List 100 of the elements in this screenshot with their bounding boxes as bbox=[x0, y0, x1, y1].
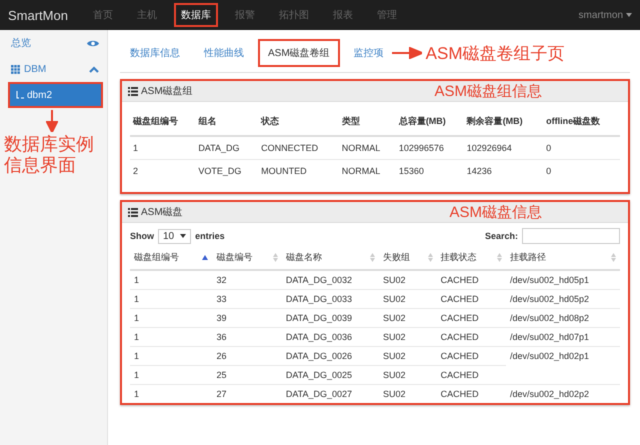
table-cell: DATA_DG_0036 bbox=[282, 328, 379, 346]
column-header: 磁盘组编号 bbox=[130, 108, 196, 136]
table-cell: DATA_DG_0027 bbox=[282, 384, 379, 403]
nav-link[interactable]: 报警 bbox=[228, 3, 262, 27]
table-cell: 102926964 bbox=[464, 136, 544, 160]
table-cell: 1 bbox=[130, 384, 212, 403]
sidebar-subitem[interactable]: dbm2 bbox=[8, 82, 103, 108]
column-header: 组名 bbox=[195, 108, 258, 136]
table-cell: 36 bbox=[212, 328, 282, 346]
table-cell: DATA_DG_0039 bbox=[282, 308, 379, 328]
table-cell: VOTE_DG bbox=[195, 160, 258, 182]
column-header: 总容量(MB) bbox=[396, 108, 464, 136]
caret-icon bbox=[626, 13, 632, 17]
right-arrow-icon bbox=[392, 47, 422, 59]
list-icon bbox=[128, 208, 138, 216]
table-cell: 15360 bbox=[396, 160, 464, 182]
column-header: offline磁盘数 bbox=[543, 108, 620, 136]
table-cell: CACHED bbox=[436, 366, 506, 384]
table-cell: SU02 bbox=[378, 290, 437, 308]
column-header[interactable]: 失败组 bbox=[378, 246, 437, 270]
tab[interactable]: 性能曲线 bbox=[194, 39, 254, 67]
caret-icon bbox=[180, 234, 186, 238]
nav-link[interactable]: 首页 bbox=[86, 3, 120, 27]
show-label: Show bbox=[130, 231, 154, 241]
nav-link[interactable]: 拓扑图 bbox=[272, 3, 316, 27]
table-cell: CACHED bbox=[436, 328, 506, 346]
table-cell: CACHED bbox=[436, 384, 506, 403]
annotation-text: ASM磁盘组信息 bbox=[434, 82, 542, 100]
table-cell: NORMAL bbox=[338, 160, 396, 182]
grid-icon bbox=[11, 64, 20, 74]
brand-logo[interactable]: SmartMon bbox=[8, 8, 68, 22]
nav-link[interactable]: 数据库 bbox=[174, 3, 218, 27]
annotation-text: ASM磁盘信息 bbox=[449, 202, 542, 222]
nav-link[interactable]: 主机 bbox=[130, 3, 164, 27]
column-header[interactable]: 磁盘编号 bbox=[212, 246, 282, 270]
table-cell: DATA_DG_0026 bbox=[282, 346, 379, 366]
page-size-dropdown[interactable]: 10 bbox=[158, 228, 192, 244]
tab[interactable]: ASM磁盘卷组 bbox=[258, 39, 340, 67]
table-cell: SU02 bbox=[378, 346, 437, 366]
table-cell: 2 bbox=[130, 160, 196, 182]
table-cell: CONNECTED bbox=[258, 136, 339, 160]
entries-label: entries bbox=[195, 231, 225, 241]
table-cell: /dev/su002_hd02p2 bbox=[506, 384, 620, 403]
panel-title: ASM磁盘 bbox=[141, 206, 184, 219]
table-cell: 102996576 bbox=[396, 136, 464, 160]
table-cell: DATA_DG_0025 bbox=[282, 366, 379, 384]
column-header: 类型 bbox=[338, 108, 396, 136]
tree-connector-icon bbox=[16, 90, 25, 100]
table-cell: SU02 bbox=[378, 384, 437, 403]
sidebar-label: 总览 bbox=[11, 36, 32, 50]
list-icon bbox=[128, 86, 138, 96]
nav-link[interactable]: 管理 bbox=[370, 3, 404, 27]
table-cell: 32 bbox=[212, 270, 282, 290]
sidebar-item[interactable]: DBM bbox=[0, 56, 107, 82]
sidebar-item[interactable]: 总览 bbox=[0, 30, 107, 56]
table-cell: SU02 bbox=[378, 366, 437, 384]
table-cell: 27 bbox=[212, 384, 282, 403]
table-cell: /dev/su002_hd02p1 bbox=[506, 346, 620, 366]
table-cell: SU02 bbox=[378, 328, 437, 346]
table-cell: 1 bbox=[130, 136, 196, 160]
table-cell: 1 bbox=[130, 366, 212, 384]
column-header[interactable]: 磁盘名称 bbox=[282, 246, 379, 270]
table-cell: 33 bbox=[212, 290, 282, 308]
tab[interactable]: 数据库信息 bbox=[120, 39, 190, 67]
search-label: Search: bbox=[484, 231, 518, 241]
search-field[interactable] bbox=[522, 228, 620, 244]
table-cell: 1 bbox=[130, 346, 212, 366]
table-cell: SU02 bbox=[378, 270, 437, 290]
column-header: 剩余容量(MB) bbox=[464, 108, 544, 136]
sidebar-label: DBM bbox=[24, 64, 48, 74]
table-cell: NORMAL bbox=[338, 136, 396, 160]
table-cell: 1 bbox=[130, 270, 212, 290]
column-header[interactable]: 磁盘组编号 bbox=[130, 246, 212, 270]
eye-icon bbox=[87, 38, 99, 48]
table-cell: CACHED bbox=[436, 346, 506, 366]
nav-link[interactable]: 报表 bbox=[326, 3, 360, 27]
table-cell: 1 bbox=[130, 308, 212, 328]
panel-title: ASM磁盘组 bbox=[141, 85, 194, 98]
chevron-icon[interactable] bbox=[89, 66, 99, 72]
table-cell: /dev/su002_hd05p1 bbox=[506, 270, 620, 290]
table-cell: 0 bbox=[543, 160, 620, 182]
table-cell: CACHED bbox=[436, 290, 506, 308]
annotation-text: ASM磁盘卷组子页 bbox=[426, 42, 565, 64]
table-cell: 14236 bbox=[464, 160, 544, 182]
down-arrow-icon bbox=[46, 110, 58, 132]
table-cell: SU02 bbox=[378, 308, 437, 328]
table-cell: CACHED bbox=[436, 308, 506, 328]
table-cell: DATA_DG_0032 bbox=[282, 270, 379, 290]
table-cell: /dev/su002_hd05p2 bbox=[506, 290, 620, 308]
table-cell: 39 bbox=[212, 308, 282, 328]
tab[interactable]: 监控项 bbox=[344, 39, 394, 67]
table-cell: 0 bbox=[543, 136, 620, 160]
table-cell: /dev/su002_hd08p2 bbox=[506, 308, 620, 328]
table-cell: MOUNTED bbox=[258, 160, 339, 182]
column-header[interactable]: 挂载路径 bbox=[506, 246, 620, 270]
table-cell: 25 bbox=[212, 366, 282, 384]
table-cell: 26 bbox=[212, 346, 282, 366]
user-menu[interactable]: smartmon bbox=[578, 10, 632, 20]
column-header[interactable]: 挂载状态 bbox=[436, 246, 506, 270]
table-cell: DATA_DG bbox=[195, 136, 258, 160]
